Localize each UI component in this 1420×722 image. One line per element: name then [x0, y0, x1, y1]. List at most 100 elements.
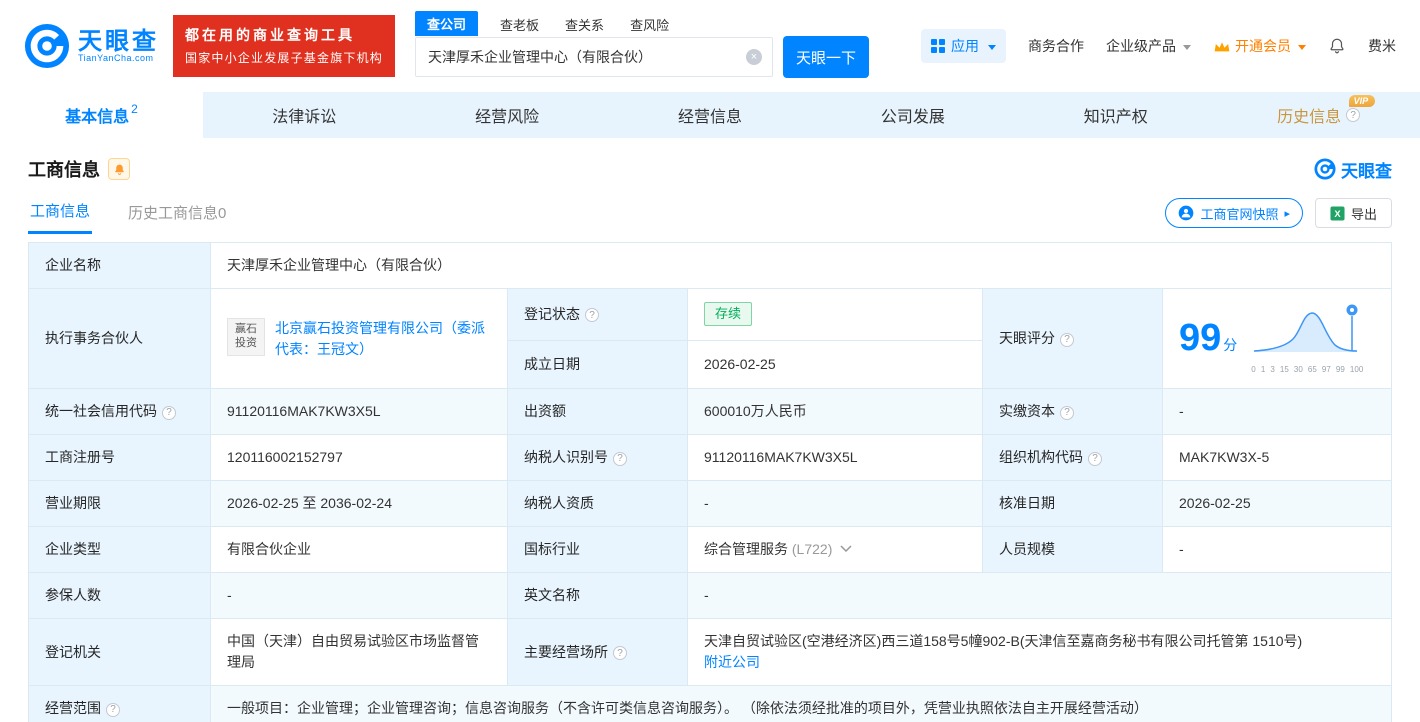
score-chart: 0 1 3 15 30 65 97 99 100: [1251, 301, 1363, 376]
search-tab-boss[interactable]: 查老板: [496, 13, 543, 36]
tab-business-info[interactable]: 经营信息: [609, 92, 812, 138]
clear-search-icon[interactable]: ×: [746, 49, 763, 65]
tab-basic-info[interactable]: 基本信息 2: [0, 92, 203, 138]
help-icon[interactable]: ?: [1060, 332, 1074, 347]
field-label-english-name: 英文名称: [507, 572, 688, 619]
search-tab-company[interactable]: 查公司: [415, 11, 479, 36]
field-value-taxpayer-qualification: -: [687, 480, 983, 527]
svg-text:X: X: [1334, 208, 1341, 218]
field-value-business-site: 天津自贸试验区(空港经济区)西三道158号5幢902-B(天津信至嘉商务秘书有限…: [687, 618, 1392, 686]
help-icon[interactable]: ?: [106, 702, 120, 717]
search-area: 查公司 查老板 查关系 查风险 × 天眼一下: [415, 11, 870, 78]
field-label-capital: 出资额: [507, 388, 688, 435]
partner-logo: 赢石 投资: [227, 317, 265, 356]
help-icon[interactable]: ?: [1060, 405, 1074, 420]
subtab-history-business-info[interactable]: 历史工商信息0: [126, 194, 228, 233]
export-label: 导出: [1350, 206, 1377, 222]
help-icon[interactable]: ?: [613, 646, 627, 660]
field-label-approval-date: 核准日期: [982, 480, 1163, 527]
official-snapshot-button[interactable]: 工商官网快照 ▸: [1165, 198, 1303, 228]
help-icon[interactable]: ?: [162, 405, 176, 420]
field-label-establish-date: 成立日期: [507, 339, 688, 390]
snapshot-label: 工商官网快照: [1200, 206, 1279, 222]
business-site-address: 天津自贸试验区(空港经济区)西三道158号5幢902-B(天津信至嘉商务秘书有限…: [704, 633, 1303, 649]
help-icon[interactable]: ?: [585, 308, 599, 323]
subscribe-bell-icon[interactable]: [108, 158, 130, 180]
search-tab-risk[interactable]: 查风险: [626, 13, 673, 36]
field-label-org-code: 组织机构代码?: [982, 434, 1163, 481]
notifications-bell-icon[interactable]: [1328, 37, 1346, 55]
tab-history-info[interactable]: 历史信息 ? VIP: [1217, 92, 1420, 138]
field-value-reg-status: 存续: [687, 288, 983, 341]
field-label-company-type: 企业类型: [28, 526, 211, 573]
subtabs-row: 工商信息 历史工商信息0 工商官网快照 ▸ X 导出: [0, 188, 1420, 234]
field-label-staff-size: 人员规模: [982, 526, 1163, 573]
tab-label: 基本信息: [65, 109, 130, 126]
search-input[interactable]: [428, 49, 741, 65]
tianyancha-logo-icon: [1314, 158, 1336, 180]
top-header: 天眼查 TianYanCha.com 都在用的商业查询工具 国家中小企业发展子基…: [0, 0, 1420, 92]
field-label-paid-capital: 实缴资本?: [982, 388, 1163, 435]
tianyancha-logo-icon: [24, 23, 70, 69]
apps-menu[interactable]: 应用: [921, 29, 1006, 63]
field-label-industry: 国标行业: [507, 526, 688, 573]
field-value-paid-capital: -: [1162, 388, 1392, 435]
nearby-companies-link[interactable]: 附近公司: [704, 654, 760, 670]
tab-operational-risk[interactable]: 经营风险: [406, 92, 609, 138]
table-row: 执行事务合伙人 赢石 投资 北京赢石投资管理有限公司（委派代表：王冠文） 登记状…: [28, 288, 1392, 389]
partner-company-link[interactable]: 北京赢石投资管理有限公司（委派代表：王冠文）: [275, 318, 491, 360]
search-tab-relation[interactable]: 查关系: [561, 13, 608, 36]
chevron-down-icon: [988, 44, 996, 50]
chevron-down-icon: [1183, 44, 1191, 50]
arrow-right-icon: ▸: [1284, 207, 1290, 220]
tab-intellectual-property[interactable]: 知识产权: [1014, 92, 1217, 138]
nav-open-vip[interactable]: 开通会员: [1213, 36, 1306, 56]
watermark-label: 天眼查: [1341, 161, 1392, 181]
promo-line2: 国家中小企业发展子基金旗下机构: [185, 50, 384, 65]
tianyancha-watermark: 天眼查: [1314, 157, 1392, 182]
table-row: 经营范围? 一般项目：企业管理；企业管理咨询；信息咨询服务（不含许可类信息咨询服…: [28, 685, 1392, 722]
help-icon[interactable]: ?: [1088, 451, 1102, 466]
status-badge: 存续: [704, 302, 753, 327]
crown-icon: [1214, 41, 1230, 51]
table-row: 统一社会信用代码? 91120116MAK7KW3X5L 出资额 600010万…: [28, 388, 1392, 435]
tab-label: 经营信息: [678, 109, 743, 126]
export-button[interactable]: X 导出: [1314, 198, 1392, 228]
field-value-capital: 600010万人民币: [687, 388, 983, 435]
business-info-table: 企业名称 天津厚禾企业管理中心（有限合伙） 执行事务合伙人 赢石 投资 北京赢石…: [28, 242, 1392, 722]
brand-name: 天眼查: [78, 27, 159, 55]
promo-banner: 都在用的商业查询工具 国家中小企业发展子基金旗下机构: [173, 14, 396, 78]
user-menu[interactable]: 费米: [1368, 36, 1396, 56]
table-row: 营业期限 2026-02-25 至 2036-02-24 纳税人资质 - 核准日…: [28, 480, 1392, 527]
tab-label: 法律诉讼: [272, 109, 337, 126]
help-icon[interactable]: ?: [1346, 108, 1361, 122]
promo-line1: 都在用的商业查询工具: [185, 26, 355, 43]
chevron-down-icon[interactable]: [840, 545, 852, 553]
apps-label: 应用: [951, 38, 979, 54]
section-header: 工商信息 天眼查: [0, 138, 1420, 188]
tab-company-development[interactable]: 公司发展: [811, 92, 1014, 138]
field-label-taxpayer-qualification: 纳税人资质: [507, 480, 688, 527]
excel-icon: X: [1330, 205, 1345, 221]
brand-domain: TianYanCha.com: [78, 52, 154, 63]
nav-cooperation[interactable]: 商务合作: [1028, 36, 1084, 56]
nav-enterprise-products[interactable]: 企业级产品: [1106, 36, 1191, 56]
field-value-taxpayer-id: 91120116MAK7KW3X5L: [687, 434, 983, 481]
help-icon[interactable]: ?: [613, 451, 627, 466]
field-value-reg-authority: 中国（天津）自由贸易试验区市场监督管理局: [210, 618, 508, 686]
company-section-tabs: 基本信息 2 法律诉讼 经营风险 经营信息 公司发展 知识产权 历史信息 ? V…: [0, 92, 1420, 138]
tab-label: 经营风险: [475, 109, 540, 126]
tab-legal-litigation[interactable]: 法律诉讼: [203, 92, 406, 138]
table-row: 登记机关 中国（天津）自由贸易试验区市场监督管理局 主要经营场所? 天津自贸试验…: [28, 618, 1392, 686]
tianyancha-logo[interactable]: 天眼查 TianYanCha.com: [24, 23, 159, 69]
field-value-credit-code: 91120116MAK7KW3X5L: [210, 388, 508, 435]
field-value-establish-date: 2026-02-25: [687, 339, 983, 390]
tab-count-badge: 2: [131, 102, 138, 116]
top-nav: 应用 商务合作 企业级产品 开通会员 费米: [921, 29, 1396, 63]
search-button[interactable]: 天眼一下: [783, 36, 870, 78]
subtab-business-info[interactable]: 工商信息: [28, 192, 93, 234]
field-label-reg-number: 工商注册号: [28, 434, 211, 481]
tab-label: 历史信息: [1277, 109, 1342, 126]
tyc-score-number: 99 分: [1179, 317, 1238, 359]
field-value-tyc-score: 99 分 0 1 3 15 30 65 97 99 100: [1162, 288, 1392, 389]
